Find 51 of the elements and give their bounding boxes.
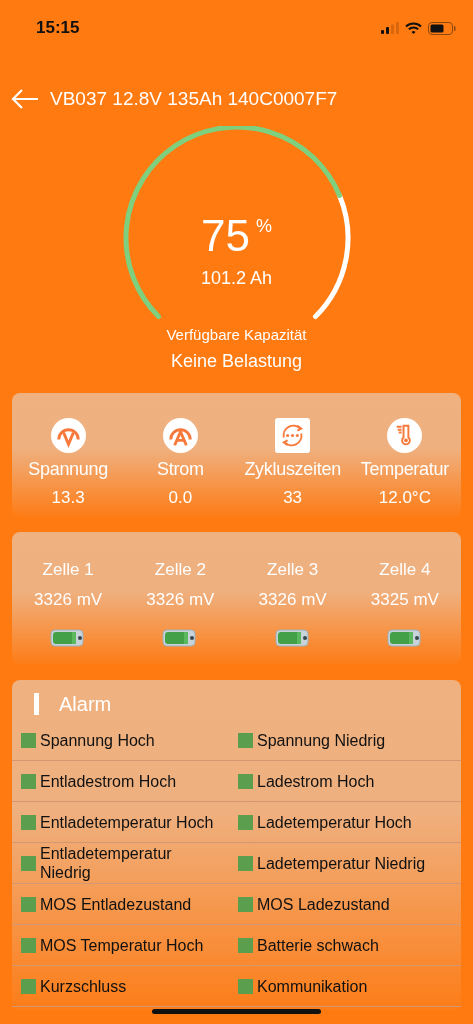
alarm-label: Spannung Hoch (40, 730, 155, 750)
cell-label: Zelle 3 (267, 560, 319, 580)
metric-label: Zykluszeiten (244, 459, 341, 480)
alarm-label: Kurzschluss (40, 976, 127, 996)
metric-value: 0.0 (168, 488, 193, 508)
status-time: 15:15 (36, 18, 80, 38)
battery-cell-icon (386, 629, 423, 647)
gauge-label: Verfügbare Kapazität (165, 326, 308, 343)
battery-cell-icon (274, 629, 311, 647)
device-title: VB037 12.8V 135Ah 140C0007F7 (50, 88, 338, 110)
alarm-label: Batterie schwach (257, 935, 379, 955)
battery-cell-icon (162, 629, 199, 647)
metric-value: 13.3 (51, 488, 85, 508)
battery-cell-icon (50, 629, 87, 647)
ammeter-icon (162, 418, 198, 453)
back-arrow-icon[interactable] (10, 88, 40, 110)
cycle-icon (275, 418, 311, 453)
alarm-label: MOS Temperatur Hoch (40, 935, 204, 955)
section-marker (34, 693, 39, 715)
alarm-title: Alarm (59, 692, 112, 716)
alarm-label: Entladestrom Hoch (40, 771, 177, 791)
load-status: Keine Belastung (169, 351, 304, 372)
cell-label: Zelle 1 (42, 560, 94, 580)
thermometer-icon (387, 418, 423, 453)
metric-label: Spannung (28, 459, 108, 480)
alarm-label: Ladestrom Hoch (257, 771, 375, 791)
alarm-label: Spannung Niedrig (257, 730, 386, 750)
capacity-value: 101.2 Ah (199, 268, 274, 289)
voltmeter-icon (50, 418, 86, 453)
alarm-label: Ladetemperatur Niedrig (257, 853, 426, 873)
alarm-label: MOS Ladezustand (257, 894, 390, 914)
metric-value: 33 (283, 488, 303, 508)
cell-voltage: 3325 mV (370, 590, 439, 610)
cell-voltage: 3326 mV (258, 590, 327, 610)
cell-label: Zelle 4 (379, 560, 431, 580)
battery-icon (428, 21, 456, 35)
wifi-icon (405, 22, 422, 34)
alarm-label: Entladetemperatur Hoch (40, 812, 214, 832)
alarm-label: Ladetemperatur Hoch (257, 812, 412, 832)
metric-label: Temperatur (360, 459, 449, 480)
percent-unit: % (255, 216, 272, 237)
metric-label: Strom (157, 459, 204, 480)
charge-percent: 75 (201, 214, 250, 258)
cell-label: Zelle 2 (154, 560, 206, 580)
alarm-label: MOS Entladezustand (40, 894, 192, 914)
metric-value: 12.0°C (378, 488, 431, 508)
alarm-label: Entladetemperatur Niedrig (40, 844, 173, 882)
cell-voltage: 3326 mV (34, 590, 103, 610)
alarm-label: Kommunikation (257, 976, 368, 996)
cell-voltage: 3326 mV (146, 590, 215, 610)
signal-icon (381, 22, 399, 34)
